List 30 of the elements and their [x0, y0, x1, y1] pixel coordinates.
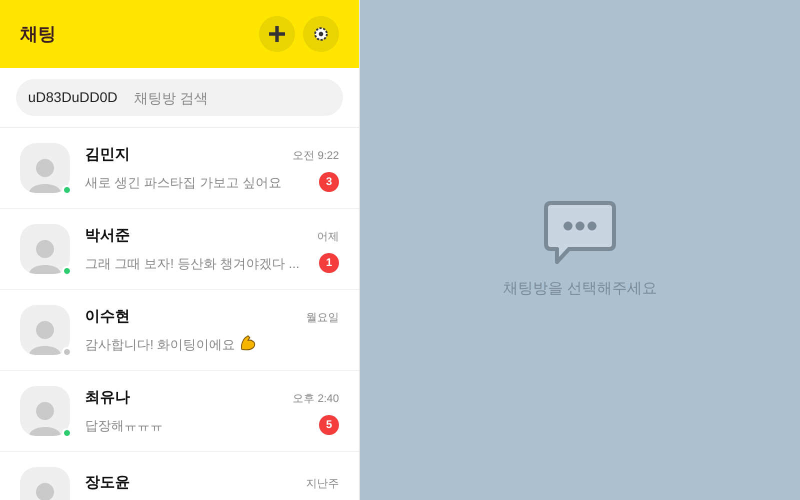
message-time: 오전 9:22: [292, 148, 339, 164]
contact-name: 최유나: [85, 388, 130, 408]
search-icon-text: uD83DuDD0D: [28, 88, 118, 107]
settings-icon: [312, 25, 330, 43]
chat-list-item[interactable]: 이수현 월요일 감사합니다! 화이팅이에요: [0, 290, 359, 371]
message-time: 월요일: [306, 310, 339, 326]
header-title: 채팅: [20, 22, 57, 46]
unread-count: 1: [319, 253, 339, 274]
chat-list-item[interactable]: 최유나 오후 2:40 답장해ㅠㅠㅠ 5: [0, 371, 359, 452]
message-time: 오후 2:40: [292, 392, 339, 407]
speech-bubble-icon: [543, 200, 617, 266]
chat-list-item[interactable]: 김민지 오전 9:22 새로 생긴 파스타집 가보고 싶어요 3: [0, 128, 359, 209]
unread-count: 3: [319, 172, 339, 192]
chat-list-item[interactable]: 장도윤 지난주: [0, 452, 359, 500]
plus-icon: [267, 24, 287, 44]
message-time: 어제: [317, 230, 339, 245]
unread-count: 5: [319, 415, 339, 436]
add-button[interactable]: [259, 16, 295, 52]
contact-name: 이수현: [85, 306, 130, 326]
message-preview: 답장해ㅠㅠㅠ: [85, 416, 163, 434]
contact-name: 박서준: [85, 226, 130, 246]
contact-name: 김민지: [85, 144, 130, 165]
message-time: 지난주: [306, 477, 339, 492]
chat-list-item[interactable]: 박서준 어제 그래 그때 보자! 등산화 챙겨야겠다 ... 1: [0, 209, 359, 290]
contact-name: 장도윤: [85, 473, 130, 493]
message-preview: 그래 그때 보자! 등산화 챙겨야겠다 ...: [85, 254, 300, 272]
message-preview: 감사합니다! 화이팅이에요: [85, 334, 258, 354]
message-preview: 새로 생긴 파스타집 가보고 싶어요: [85, 174, 282, 192]
empty-state-text: 채팅방을 선택해주세요: [502, 278, 658, 299]
settings-button[interactable]: [303, 16, 339, 52]
